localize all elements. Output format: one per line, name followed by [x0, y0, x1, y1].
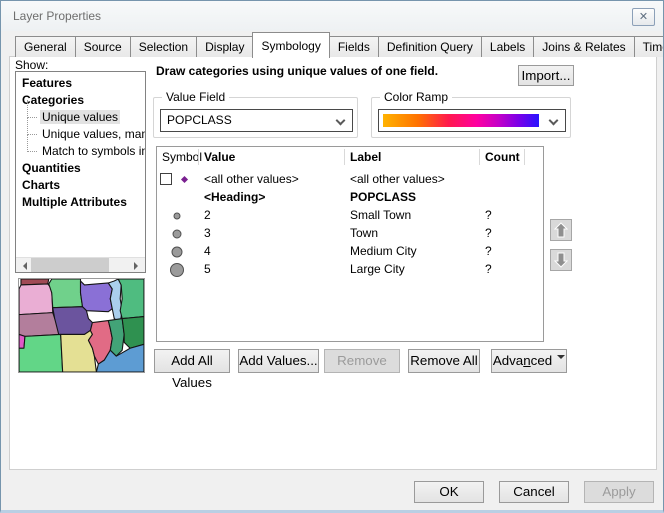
- apply-button[interactable]: Apply: [584, 481, 654, 503]
- remove-button[interactable]: Remove: [324, 349, 400, 373]
- method-description: Draw categories using unique values of o…: [156, 64, 438, 78]
- point-symbol-icon: [157, 225, 198, 242]
- scroll-left-icon[interactable]: [16, 258, 31, 273]
- add-all-values-button[interactable]: Add All Values: [154, 349, 230, 373]
- tab-labels[interactable]: Labels: [481, 36, 534, 57]
- color-ramp-label: Color Ramp: [380, 90, 452, 104]
- map-state: [19, 334, 63, 372]
- all-other-values-checkbox[interactable]: [160, 173, 172, 185]
- point-symbol-icon: [157, 207, 198, 224]
- move-down-button[interactable]: [550, 249, 572, 271]
- tab-selection[interactable]: Selection: [130, 36, 197, 57]
- tree-item-match-symbols[interactable]: Match to symbols in a: [16, 143, 145, 160]
- table-row[interactable]: <all other values> <all other values>: [157, 171, 543, 188]
- remove-all-button[interactable]: Remove All: [408, 349, 480, 373]
- dropdown-arrow-icon: [557, 355, 565, 363]
- header-symbol: Symbol: [162, 150, 202, 164]
- point-symbol-icon: [181, 176, 188, 183]
- move-up-button[interactable]: [550, 219, 572, 241]
- arrow-down-icon: [554, 252, 568, 268]
- advanced-button[interactable]: Advanced: [491, 349, 567, 373]
- point-symbol-icon: [157, 261, 198, 280]
- map-state: [49, 279, 83, 308]
- value-field-group: Value Field POPCLASS: [153, 97, 358, 138]
- table-row[interactable]: 5 Large City ?: [157, 261, 543, 278]
- import-button[interactable]: Import...: [518, 65, 574, 86]
- tab-display[interactable]: Display: [196, 36, 253, 57]
- show-tree: Features Categories Unique values Unique…: [15, 71, 146, 273]
- table-row[interactable]: 4 Medium City ?: [157, 243, 543, 260]
- tab-fields[interactable]: Fields: [329, 36, 379, 57]
- scroll-right-icon[interactable]: [130, 258, 145, 273]
- value-field-dropdown[interactable]: POPCLASS: [160, 109, 353, 132]
- map-lake: [108, 279, 122, 323]
- map-state: [118, 279, 144, 319]
- tab-strip: General Source Selection Display Symbolo…: [15, 34, 664, 57]
- tab-symbology[interactable]: Symbology: [252, 32, 329, 58]
- scrollbar-thumb[interactable]: [31, 258, 109, 273]
- color-ramp-group: Color Ramp: [371, 97, 571, 138]
- tab-source[interactable]: Source: [75, 36, 131, 57]
- color-ramp-gradient: [383, 114, 539, 127]
- tab-definition-query[interactable]: Definition Query: [378, 36, 482, 57]
- ok-button[interactable]: OK: [414, 481, 484, 503]
- add-values-button[interactable]: Add Values...: [238, 349, 319, 373]
- chevron-down-icon: [336, 116, 346, 126]
- map-state: [19, 284, 53, 315]
- close-icon[interactable]: ✕: [632, 8, 655, 26]
- chevron-down-icon: [549, 116, 559, 126]
- values-table: Symbol Value Label Count <all other valu…: [156, 146, 544, 342]
- window-title: Layer Properties: [13, 9, 101, 23]
- layer-properties-dialog: Layer Properties ✕ General Source Select…: [0, 0, 664, 513]
- table-row[interactable]: 2 Small Town ?: [157, 207, 543, 224]
- title-bar: Layer Properties ✕: [1, 1, 663, 31]
- tree-item-features[interactable]: Features: [16, 75, 145, 92]
- map-preview: [18, 278, 145, 373]
- map-state: [81, 281, 113, 312]
- arrow-up-icon: [554, 222, 568, 238]
- tree-item-quantities[interactable]: Quantities: [16, 160, 145, 177]
- map-state: [53, 307, 93, 335]
- tab-time[interactable]: Time: [634, 36, 664, 57]
- tab-general[interactable]: General: [15, 36, 76, 57]
- header-label: Label: [350, 150, 381, 164]
- color-ramp-dropdown[interactable]: [378, 109, 566, 132]
- table-row[interactable]: 3 Town ?: [157, 225, 543, 242]
- tree-item-multiple-attributes[interactable]: Multiple Attributes: [16, 194, 145, 211]
- tree-horizontal-scrollbar[interactable]: [16, 257, 145, 272]
- value-field-label: Value Field: [162, 90, 229, 104]
- header-value: Value: [204, 150, 235, 164]
- tree-item-charts[interactable]: Charts: [16, 177, 145, 194]
- table-header: Symbol Value Label Count: [157, 147, 543, 167]
- point-symbol-icon: [157, 243, 198, 260]
- header-count: Count: [485, 150, 520, 164]
- table-row-heading[interactable]: <Heading> POPCLASS: [157, 189, 543, 206]
- map-state: [122, 317, 144, 349]
- tab-joins-relates[interactable]: Joins & Relates: [533, 36, 634, 57]
- cancel-button[interactable]: Cancel: [499, 481, 569, 503]
- show-label: Show:: [15, 58, 48, 72]
